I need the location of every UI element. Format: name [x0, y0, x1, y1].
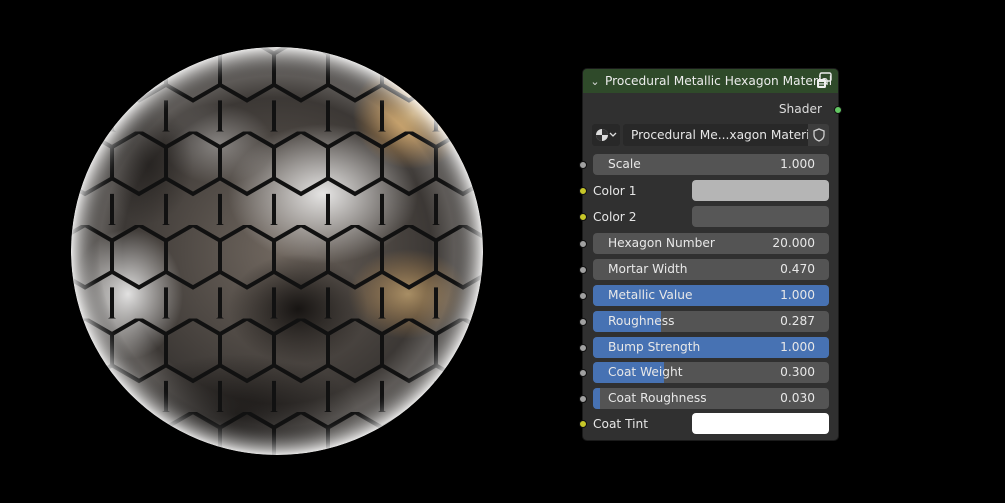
mortar-width-value: 0.470	[780, 262, 815, 276]
scale-socket[interactable]	[579, 161, 587, 169]
coat-roughness-value: 0.030	[780, 391, 815, 405]
scale-field[interactable]: Scale 1.000	[593, 154, 829, 175]
metallic-value-socket[interactable]	[579, 292, 587, 300]
coat-tint-swatch[interactable]	[692, 413, 829, 434]
hexagon-number-socket[interactable]	[579, 240, 587, 248]
shield-icon	[812, 128, 825, 142]
color-2-label: Color 2	[593, 210, 637, 224]
material-browse-button[interactable]	[592, 124, 620, 146]
coat-roughness-field[interactable]: Coat Roughness 0.030	[593, 388, 829, 409]
coat-weight-label: Coat Weight	[608, 365, 683, 379]
bump-strength-field[interactable]: Bump Strength 1.000	[593, 337, 829, 358]
metallic-value-label: Metallic Value	[608, 288, 693, 302]
color-2-socket[interactable]	[579, 213, 587, 221]
color-2-swatch[interactable]	[692, 206, 829, 227]
node-group-icon[interactable]	[816, 72, 832, 89]
metallic-value-field[interactable]: Metallic Value 1.000	[593, 285, 829, 306]
material-sphere-icon	[596, 129, 617, 141]
coat-roughness-socket[interactable]	[579, 395, 587, 403]
roughness-field[interactable]: Roughness 0.287	[593, 311, 829, 332]
material-preview-sphere	[71, 47, 483, 455]
hexagon-number-value: 20.000	[772, 236, 815, 250]
material-name-field[interactable]: Procedural Me...xagon Material	[623, 124, 808, 146]
shader-output-socket[interactable]	[834, 106, 842, 114]
hexagon-number-field[interactable]: Hexagon Number 20.000	[593, 233, 829, 254]
coat-roughness-label: Coat Roughness	[608, 391, 707, 405]
mortar-width-label: Mortar Width	[608, 262, 688, 276]
color-1-swatch[interactable]	[692, 180, 829, 201]
metallic-value-value: 1.000	[780, 288, 815, 302]
coat-tint-socket[interactable]	[579, 420, 587, 428]
scale-value: 1.000	[780, 157, 815, 171]
hexagon-number-label: Hexagon Number	[608, 236, 715, 250]
bump-strength-socket[interactable]	[579, 344, 587, 352]
roughness-value: 0.287	[780, 314, 815, 328]
bump-strength-label: Bump Strength	[608, 340, 701, 354]
color-1-socket[interactable]	[579, 187, 587, 195]
coat-roughness-fill	[593, 388, 601, 409]
shader-output-label: Shader	[778, 102, 822, 116]
node-title: Procedural Metallic Hexagon Material	[605, 74, 833, 88]
shader-node[interactable]: ⌄ Procedural Metallic Hexagon Material S…	[579, 69, 842, 440]
collapse-chevron-icon[interactable]: ⌄	[585, 75, 605, 88]
fake-user-shield-icon[interactable]	[808, 124, 829, 146]
color-1-label: Color 1	[593, 184, 637, 198]
coat-weight-value: 0.300	[780, 365, 815, 379]
bump-strength-value: 1.000	[780, 340, 815, 354]
mortar-width-socket[interactable]	[579, 266, 587, 274]
coat-weight-field[interactable]: Coat Weight 0.300	[593, 362, 829, 383]
node-header[interactable]: ⌄ Procedural Metallic Hexagon Material	[583, 69, 838, 93]
coat-weight-socket[interactable]	[579, 369, 587, 377]
roughness-socket[interactable]	[579, 318, 587, 326]
roughness-label: Roughness	[608, 314, 675, 328]
render-viewport[interactable]	[0, 0, 1005, 503]
scale-label: Scale	[608, 157, 641, 171]
coat-tint-label: Coat Tint	[593, 417, 649, 431]
mortar-width-field[interactable]: Mortar Width 0.470	[593, 259, 829, 280]
